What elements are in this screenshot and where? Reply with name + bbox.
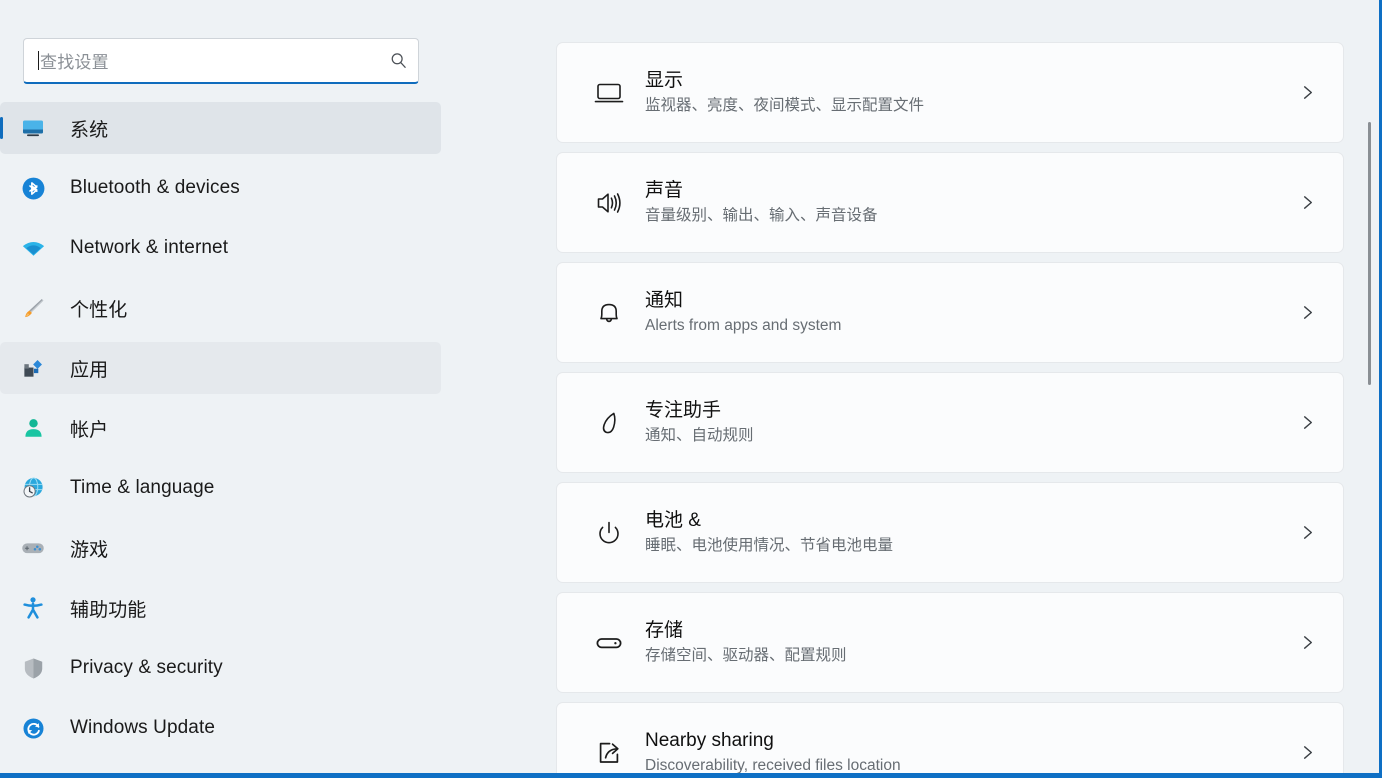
sidebar-item-label: Bluetooth & devices [70,177,240,198]
globe-clock-icon [18,473,48,503]
card-subtitle: 存储空间、驱动器、配置规则 [645,647,847,664]
sidebar-item-label: Time & language [70,477,215,498]
paintbrush-icon [18,293,48,323]
bell-icon [587,291,631,335]
card-title: 专注助手 [645,400,722,421]
power-icon [587,511,631,555]
text-caret [38,51,39,70]
system-monitor-icon [18,113,48,143]
card-text: 电池 & 睡眠、电池使用情况、节省电池电量 [645,508,1287,557]
card-subtitle: 睡眠、电池使用情况、节省电池电量 [645,537,894,554]
chevron-right-icon[interactable] [1287,634,1327,651]
chevron-right-icon[interactable] [1287,304,1327,321]
settings-card-storage[interactable]: 存储 存储空间、驱动器、配置规则 [556,592,1344,693]
settings-window: 查找设置 系统 Bluetooth & devices Network & in… [0,0,1382,778]
sidebar-item-apps[interactable]: 应用 [0,342,441,394]
card-subtitle: Alerts from apps and system [645,317,842,334]
card-text: 存储 存储空间、驱动器、配置规则 [645,618,1287,667]
card-title: 电池 & [645,510,701,531]
card-text: Nearby sharing Discoverability, received… [645,728,1287,777]
harddrive-icon [587,621,631,665]
apps-icon [18,353,48,383]
sidebar-item-time-language[interactable]: Time & language [0,462,441,514]
scrollbar-thumb[interactable] [1368,122,1371,385]
sidebar-item-system[interactable]: 系统 [0,102,441,154]
monitor-icon [587,71,631,115]
window-border-bottom [0,773,1382,778]
card-text: 显示 监视器、亮度、夜间模式、显示配置文件 [645,68,1287,117]
scrollbar[interactable] [1364,0,1375,778]
card-title: 声音 [645,180,684,201]
sidebar-item-label: 应用 [70,359,109,381]
settings-card-nearby-sharing[interactable]: Nearby sharing Discoverability, received… [556,702,1344,778]
chevron-right-icon[interactable] [1287,84,1327,101]
speaker-icon [587,181,631,225]
sidebar-item-accessibility[interactable]: 辅助功能 [0,582,441,634]
search-icon[interactable] [388,51,408,71]
search-placeholder: 查找设置 [40,53,109,72]
card-subtitle: 监视器、亮度、夜间模式、显示配置文件 [645,97,925,114]
card-title: 通知 [645,290,684,311]
account-person-icon [18,413,48,443]
update-refresh-icon [18,713,48,743]
chevron-right-icon[interactable] [1287,414,1327,431]
shield-icon [18,653,48,683]
sidebar-item-label: Network & internet [70,237,229,258]
selection-indicator [0,117,3,139]
sidebar-item-label: 游戏 [70,539,109,561]
settings-card-display[interactable]: 显示 监视器、亮度、夜间模式、显示配置文件 [556,42,1344,143]
sidebar-item-label: 帐户 [70,419,109,441]
moon-icon [587,401,631,445]
settings-card-power-battery[interactable]: 电池 & 睡眠、电池使用情况、节省电池电量 [556,482,1344,583]
sidebar-item-personalization[interactable]: 个性化 [0,282,441,334]
chevron-right-icon[interactable] [1287,744,1327,761]
main-content: 显示 监视器、亮度、夜间模式、显示配置文件 声音 音量级别、输出、输入、声音设备… [445,0,1382,778]
card-title: 存储 [645,620,684,641]
bluetooth-icon [18,173,48,203]
gamepad-icon [18,533,48,563]
settings-card-focus-assist[interactable]: 专注助手 通知、自动规则 [556,372,1344,473]
accessibility-icon [18,593,48,623]
sidebar: 查找设置 系统 Bluetooth & devices Network & in… [0,0,445,773]
sidebar-item-label: Privacy & security [70,657,223,678]
chevron-right-icon[interactable] [1287,524,1327,541]
chevron-right-icon[interactable] [1287,194,1327,211]
sidebar-item-network-internet[interactable]: Network & internet [0,222,441,274]
sidebar-item-gaming[interactable]: 游戏 [0,522,441,574]
card-title: 显示 [645,70,684,91]
wifi-icon [18,233,48,263]
card-text: 专注助手 通知、自动规则 [645,398,1287,447]
sidebar-item-bluetooth-devices[interactable]: Bluetooth & devices [0,162,441,214]
card-subtitle: 通知、自动规则 [645,427,754,444]
sidebar-item-label: 系统 [70,119,109,141]
search-input[interactable]: 查找设置 [23,38,419,84]
card-title: Nearby sharing [645,730,774,751]
settings-card-sound[interactable]: 声音 音量级别、输出、输入、声音设备 [556,152,1344,253]
sidebar-item-accounts[interactable]: 帐户 [0,402,441,454]
settings-card-notifications[interactable]: 通知 Alerts from apps and system [556,262,1344,363]
sidebar-item-label: 个性化 [70,299,128,321]
sidebar-item-label: Windows Update [70,717,216,738]
card-text: 声音 音量级别、输出、输入、声音设备 [645,178,1287,227]
card-text: 通知 Alerts from apps and system [645,288,1287,337]
settings-card-list: 显示 监视器、亮度、夜间模式、显示配置文件 声音 音量级别、输出、输入、声音设备… [556,42,1344,778]
sidebar-item-privacy-security[interactable]: Privacy & security [0,642,441,694]
sidebar-item-label: 辅助功能 [70,599,147,621]
sidebar-item-windows-update[interactable]: Windows Update [0,702,441,754]
sidebar-nav: 系统 Bluetooth & devices Network & interne… [0,102,445,762]
share-icon [587,731,631,775]
card-subtitle: 音量级别、输出、输入、声音设备 [645,207,878,224]
